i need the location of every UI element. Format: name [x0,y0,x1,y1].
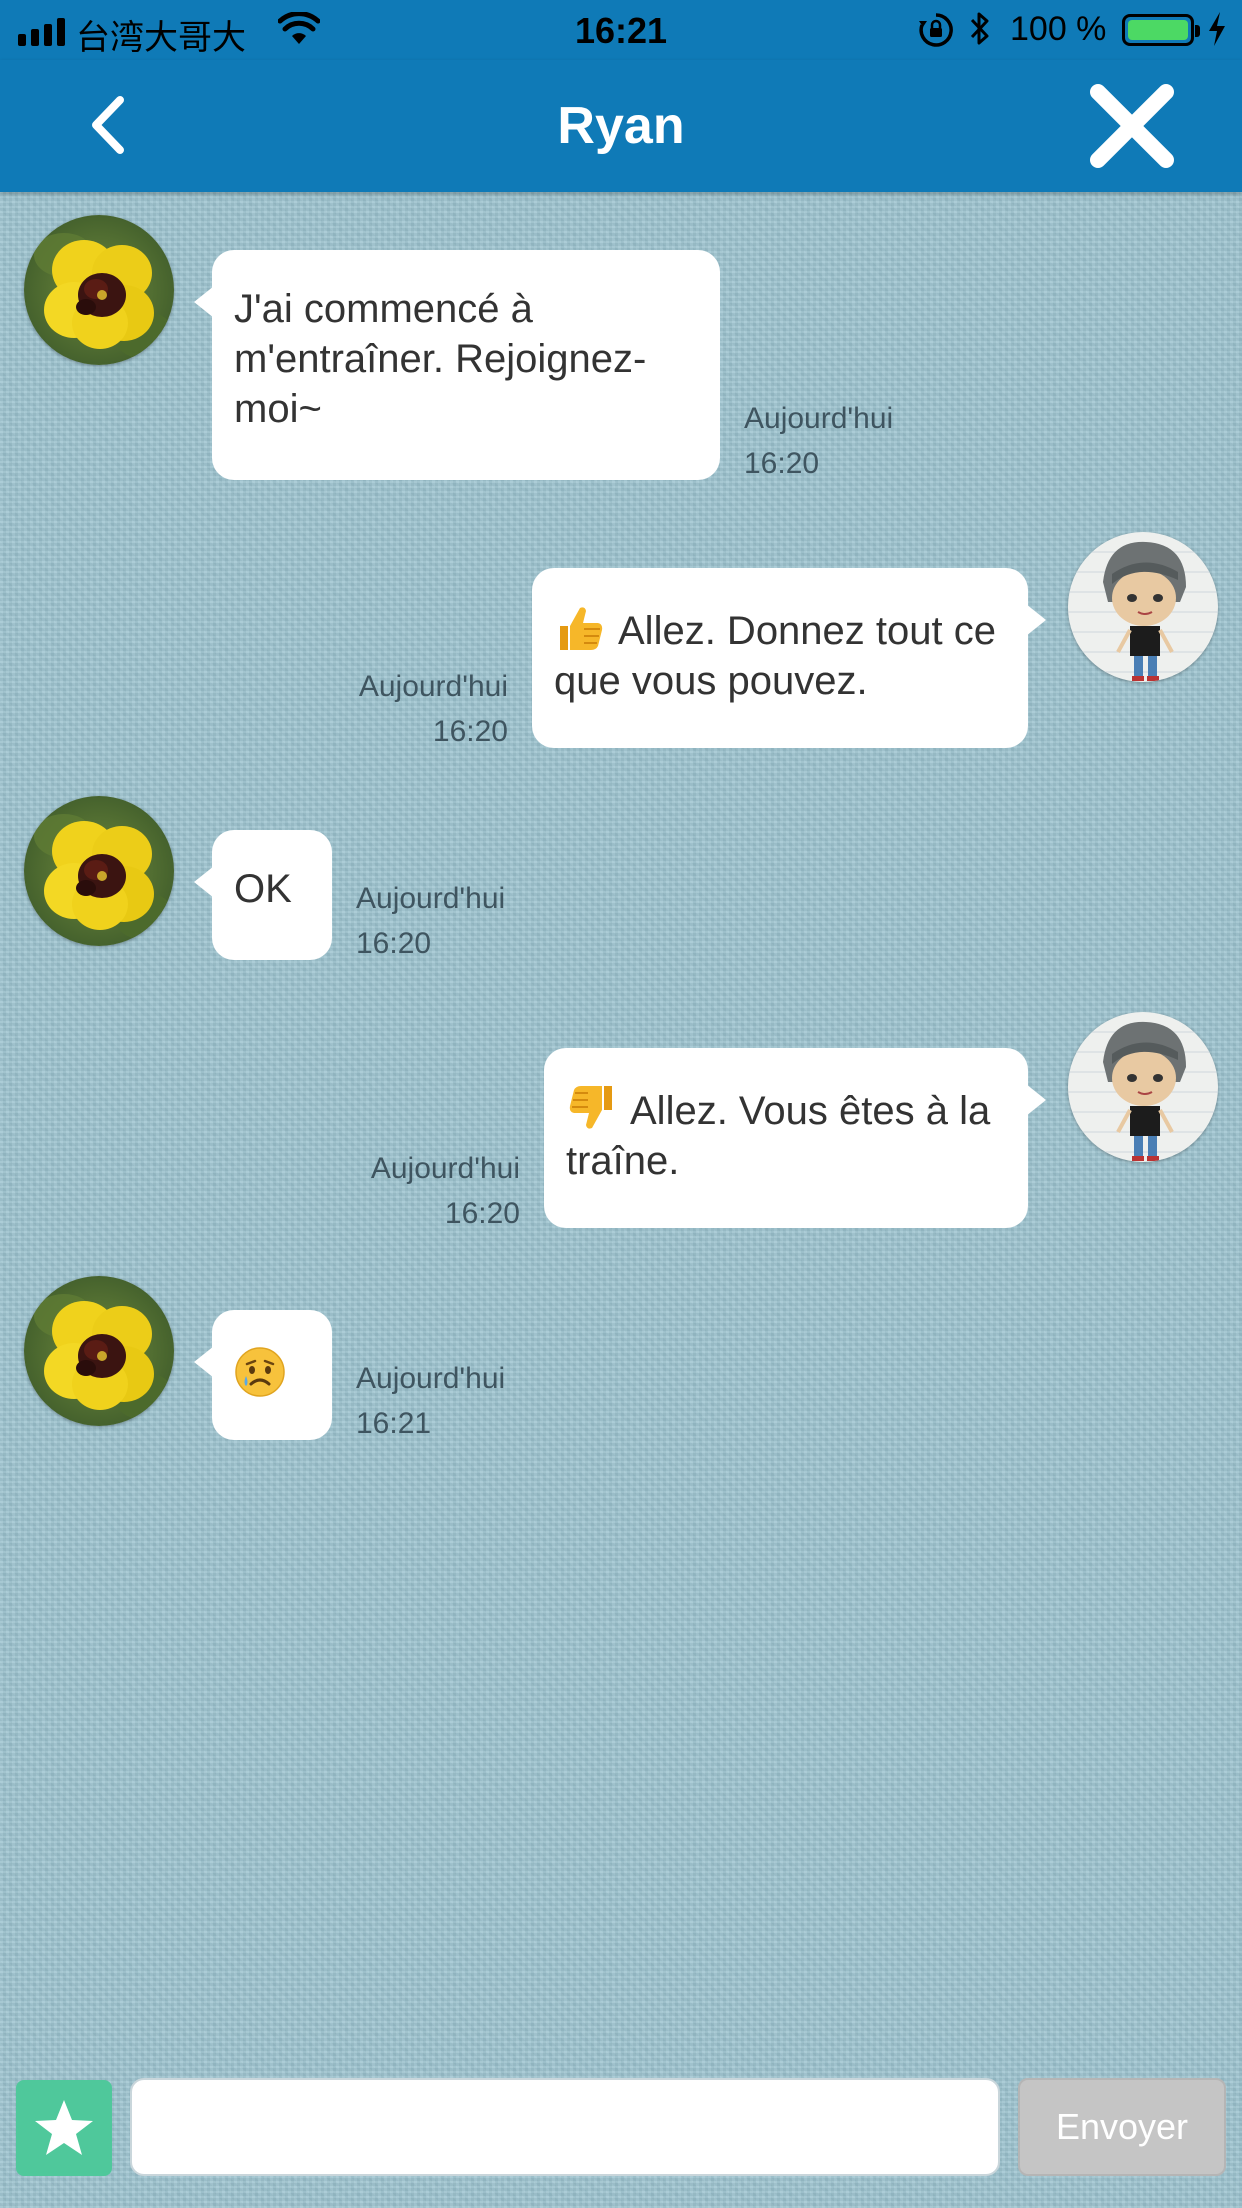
message-date: Aujourd'hui [356,1362,506,1395]
battery-percent: 100 % [1010,10,1107,48]
star-icon [35,2100,93,2155]
thumbs-down-icon [566,1082,618,1134]
drawing-avatar-image [1068,1012,1218,1162]
battery-icon [1122,14,1200,46]
flower-avatar-image [24,1276,174,1426]
status-bar: 台湾大哥大 16:21 100 % [0,0,1242,60]
message-text: Allez. Vous êtes à la traîne. [566,1089,991,1183]
message-text: Allez. Donnez tout ce que vous pouvez. [554,609,996,703]
message-text: J'ai commencé à m'entraîner. Rejoignez-m… [234,287,647,431]
message-bubble-incoming[interactable]: OK [194,830,332,960]
charging-icon [1209,12,1225,46]
message-time: 16:20 [744,447,820,480]
message-time: 16:21 [356,1407,432,1440]
contact-avatar[interactable] [24,1276,174,1426]
close-icon [1090,84,1174,168]
contact-avatar[interactable] [24,796,174,946]
message-time: 16:20 [444,1197,520,1230]
message-timestamp: Aujourd'hui 16:21 [356,1356,505,1446]
message-timestamp: Aujourd'hui 16:20 [312,1146,520,1236]
battery-fill [1128,20,1188,40]
message-bubble-outgoing[interactable]: Allez. Donnez tout ce que vous pouvez. [532,568,1046,748]
page-title: Ryan [557,97,685,155]
message-timestamp: Aujourd'hui 16:20 [300,664,508,754]
user-avatar[interactable] [1068,532,1218,682]
message-date: Aujourd'hui [370,1152,520,1185]
message-bubble-outgoing[interactable]: Allez. Vous êtes à la traîne. [544,1048,1046,1228]
message-bubble-incoming[interactable]: J'ai commencé à m'entraîner. Rejoignez-m… [194,250,720,480]
user-avatar[interactable] [1068,1012,1218,1162]
star-button[interactable] [16,2080,112,2176]
navigation-bar: Ryan [0,60,1242,192]
sad-face-icon [234,1346,286,1398]
message-date: Aujourd'hui [356,882,506,915]
flower-avatar-image [24,796,174,946]
rotation-lock-icon [919,13,953,47]
drawing-avatar-image [1068,532,1218,682]
message-timestamp: Aujourd'hui 16:20 [744,396,893,486]
message-input-bar: Envoyer [0,2068,1242,2208]
message-time: 16:20 [356,927,432,960]
flower-avatar-image [24,215,174,365]
close-button[interactable] [1082,76,1182,176]
message-date: Aujourd'hui [744,402,894,435]
message-bubble-incoming[interactable] [194,1310,332,1440]
bluetooth-icon [970,12,989,45]
message-input[interactable] [130,2078,1000,2176]
message-timestamp: Aujourd'hui 16:20 [356,876,505,966]
message-text: OK [234,867,292,911]
message-date: Aujourd'hui [358,670,508,703]
thumbs-up-icon [554,602,606,654]
send-button[interactable]: Envoyer [1018,2078,1226,2176]
contact-avatar[interactable] [24,215,174,365]
message-time: 16:20 [432,715,508,748]
